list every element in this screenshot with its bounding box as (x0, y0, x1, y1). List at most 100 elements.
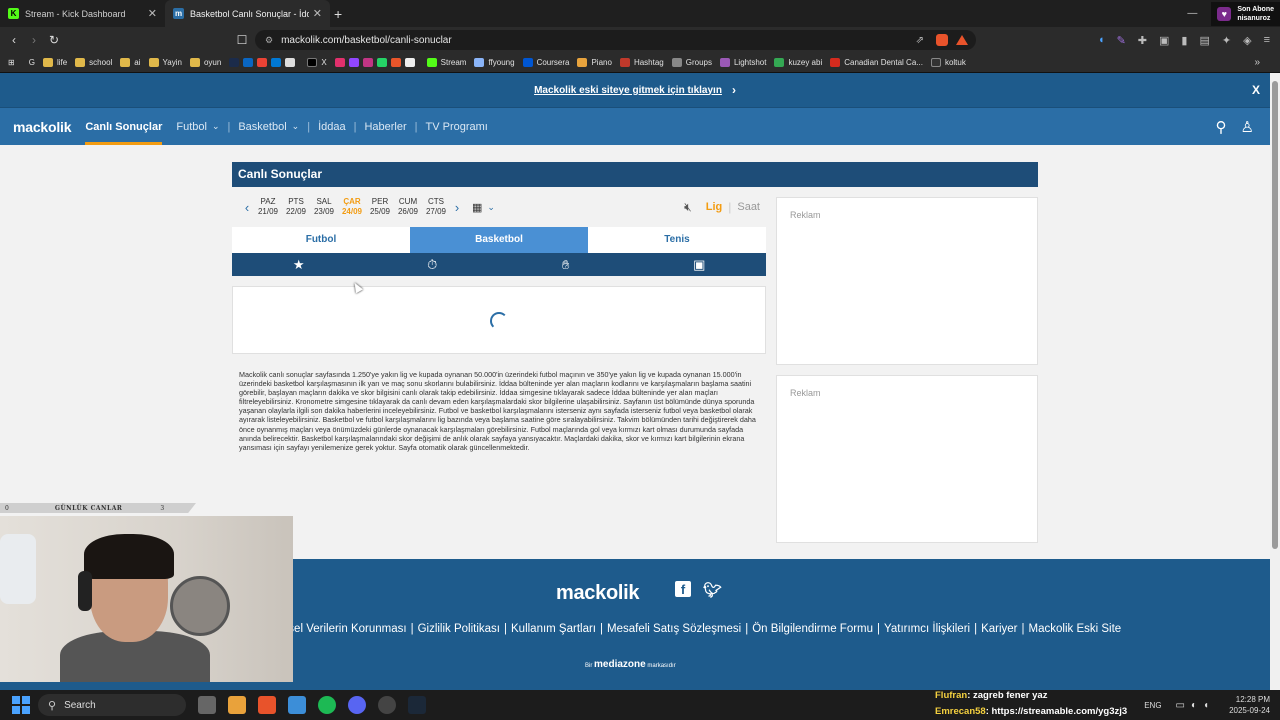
bookmark-kuzey-abi[interactable]: kuzey abi (774, 58, 822, 67)
sort-by-league-button[interactable]: Lig (706, 201, 723, 213)
tab-kick-dashboard[interactable]: K Stream - Kick Dashboard ✕ (0, 0, 165, 27)
footer-link[interactable]: Mesafeli Satış Sözleşmesi (607, 623, 741, 635)
ad-box[interactable]: Reklam (776, 197, 1038, 365)
bookmark-groups[interactable]: Groups (671, 58, 712, 67)
brave-shield-icon[interactable] (936, 34, 948, 46)
next-week-icon[interactable]: › (450, 200, 464, 215)
footer-link[interactable]: Mackolik Eski Site (1029, 623, 1122, 635)
footer-logo[interactable]: mackolik (556, 582, 640, 605)
bookmark-ffyoung[interactable]: ffyoung (474, 58, 515, 67)
bookmark-canadian-dental[interactable]: Canadian Dental Ca... (830, 58, 923, 67)
media-icon[interactable]: ▣ (1159, 34, 1169, 47)
tray-icons[interactable]: ▭◐◖ (1176, 700, 1216, 711)
close-tab-icon[interactable]: ✕ (148, 7, 157, 20)
user-icon[interactable]: ♙ (1241, 118, 1254, 136)
day-item[interactable]: PTS 22/09 (282, 197, 310, 217)
pen-icon[interactable]: ✎ (1117, 34, 1126, 47)
google-icon[interactable]: G (29, 58, 35, 67)
bookmark-icon-group[interactable] (229, 58, 299, 67)
site-info-icon[interactable]: ⚙ (265, 35, 273, 46)
bookmark-x[interactable]: X (307, 58, 327, 67)
nav-iddaa[interactable]: İddaa (318, 108, 346, 145)
bookmark-folder-oyun[interactable]: oyun (189, 58, 221, 67)
extension-icon[interactable]: ◖ (1098, 34, 1105, 46)
file-explorer-icon[interactable] (228, 696, 246, 714)
sidebar-icon[interactable]: ▮ (1181, 34, 1187, 47)
spotify-icon[interactable] (318, 696, 336, 714)
sort-by-time-button[interactable]: Saat (737, 201, 760, 213)
obs-icon[interactable] (378, 696, 396, 714)
bookmark-icon-group-2[interactable] (334, 58, 419, 67)
stopwatch-icon[interactable]: ⏱︎ (366, 257, 500, 273)
tab-mackolik[interactable]: m Basketbol Canlı Sonuçlar - İddaa ✕ (165, 0, 330, 27)
site-logo[interactable]: mackolik (13, 119, 72, 135)
footer-link[interactable]: Yatırımcı İlişkileri (884, 623, 970, 635)
search-icon[interactable]: ⚲ (1216, 118, 1227, 136)
steam-icon[interactable] (408, 696, 426, 714)
footer-link[interactable]: Gizlilik Politikası (418, 623, 500, 635)
minimize-button[interactable]: — (1179, 8, 1205, 19)
close-tab-icon[interactable]: ✕ (313, 7, 322, 20)
star-icon[interactable]: ★ (232, 257, 366, 273)
day-item-selected[interactable]: ÇAR 24/09 (338, 197, 366, 217)
footer-link[interactable]: Ön Bilgilendirme Formu (752, 623, 873, 635)
sound-muted-icon[interactable]: 🔇︎ (684, 200, 692, 215)
bookmark-folder-school[interactable]: school (75, 58, 112, 67)
day-item[interactable]: PER 25/09 (366, 197, 394, 217)
ad-box[interactable]: Reklam (776, 375, 1038, 543)
url-input[interactable]: ⚙ mackolik.com/basketbol/canli-sonuclar … (255, 30, 976, 50)
tab-basketbol[interactable]: Basketbol (410, 227, 588, 253)
old-site-link[interactable]: Mackolik eski siteye gitmek için tıklayı… (534, 85, 722, 96)
hand-icon[interactable]: ✋︎ (499, 257, 633, 273)
clock[interactable]: 12:28 PM 2025-09-24 (1229, 694, 1270, 716)
new-tab-button[interactable]: + (334, 6, 342, 22)
scrollbar-thumb[interactable] (1272, 81, 1278, 549)
tab-futbol[interactable]: Futbol (232, 227, 410, 253)
old-site-banner[interactable]: Mackolik eski siteye gitmek için tıklayı… (0, 73, 1270, 108)
bookmark-icon[interactable]: ☐ (232, 33, 252, 47)
wallet-icon[interactable]: ▤ (1199, 34, 1209, 47)
footer-link[interactable]: Kariyer (981, 623, 1017, 635)
nav-futbol[interactable]: Futbol ⌄ (176, 108, 219, 145)
footer-link[interactable]: Kullanım Şartları (511, 623, 596, 635)
back-button[interactable]: ‹ (4, 33, 24, 47)
bookmark-koltuk[interactable]: koltuk (930, 58, 966, 67)
apps-icon[interactable]: ⊞ (8, 58, 15, 67)
task-view-icon[interactable] (198, 696, 216, 714)
facebook-icon[interactable]: f (675, 581, 691, 597)
nav-haberler[interactable]: Haberler (364, 108, 406, 145)
day-item[interactable]: CTS 27/09 (422, 197, 450, 217)
more-bookmarks-icon[interactable]: » (1254, 57, 1260, 68)
bookmark-piano[interactable]: Piano (577, 58, 612, 67)
calendar-icon[interactable]: ▦ (472, 201, 482, 214)
banner-close-button[interactable]: X (1252, 83, 1260, 97)
nav-basketbol[interactable]: Basketbol ⌄ (238, 108, 299, 145)
vpn-icon[interactable]: ◈ (1243, 34, 1251, 47)
leo-icon[interactable]: ✦ (1222, 34, 1231, 47)
prev-week-icon[interactable]: ‹ (240, 200, 254, 215)
language-indicator[interactable]: ENG (1144, 701, 1161, 710)
bookmark-hashtag[interactable]: Hashtag (619, 58, 664, 67)
bookmark-folder-life[interactable]: life (42, 58, 67, 67)
share-icon[interactable]: ⇗ (916, 35, 924, 46)
bookmark-folder-ai[interactable]: ai (120, 58, 141, 67)
menu-icon[interactable]: ≡ (1264, 34, 1270, 46)
puzzle-icon[interactable]: ✚ (1138, 34, 1147, 47)
bookmark-coursera[interactable]: Coursera (522, 58, 569, 67)
reload-button[interactable]: ↻ (44, 33, 64, 47)
bookmark-lightshot[interactable]: Lightshot (719, 58, 766, 67)
brave-icon[interactable] (258, 696, 276, 714)
day-item[interactable]: SAL 23/09 (310, 197, 338, 217)
taskbar-search[interactable]: ⚲ Search (38, 694, 186, 716)
nav-canli-sonuclar[interactable]: Canlı Sonuçlar (85, 108, 163, 145)
bookmark-folder-yayin[interactable]: Yayin (148, 58, 182, 67)
page-scrollbar[interactable] (1270, 73, 1280, 690)
brave-rewards-icon[interactable] (956, 35, 968, 45)
photos-icon[interactable] (288, 696, 306, 714)
discord-icon[interactable] (348, 696, 366, 714)
footer-link[interactable]: şisel Verilerin Korunması (280, 623, 407, 635)
windows-start-icon[interactable] (12, 696, 30, 714)
day-item[interactable]: CUM 26/09 (394, 197, 422, 217)
twitter-icon[interactable]: 🐦︎ (703, 581, 722, 599)
nav-tv-programi[interactable]: TV Programı (426, 108, 488, 145)
